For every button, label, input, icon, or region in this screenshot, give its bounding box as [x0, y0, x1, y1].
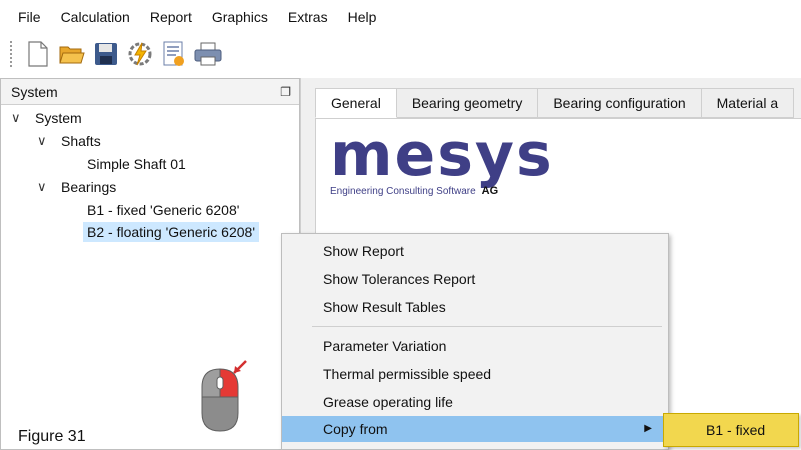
- tab-bearing-geometry[interactable]: Bearing geometry: [396, 88, 539, 118]
- submenu-arrow-icon: ▶: [644, 423, 652, 434]
- tab-bar: General Bearing geometry Bearing configu…: [315, 88, 795, 118]
- tab-general[interactable]: General: [315, 88, 397, 118]
- menu-item-show-result-tables[interactable]: Show Result Tables: [282, 294, 668, 320]
- chevron-down-icon[interactable]: ∨: [37, 131, 47, 151]
- restore-window-icon[interactable]: ❐: [280, 85, 291, 99]
- menu-calculation[interactable]: Calculation: [51, 0, 140, 34]
- tree-node-bearing-b1[interactable]: B1 - fixed 'Generic 6208': [87, 200, 239, 220]
- open-folder-icon[interactable]: [58, 40, 86, 68]
- menu-item-parameter-variation[interactable]: Parameter Variation: [282, 333, 668, 359]
- tree-node-system[interactable]: System: [35, 108, 82, 128]
- menu-item-copy-from[interactable]: Copy from ▶: [282, 416, 668, 442]
- calculate-icon[interactable]: [126, 40, 154, 68]
- logo-ag: AG: [481, 185, 499, 197]
- save-icon[interactable]: [92, 40, 120, 68]
- toolbar: [0, 36, 801, 72]
- print-icon[interactable]: [194, 40, 222, 68]
- tab-bearing-configuration[interactable]: Bearing configuration: [538, 88, 702, 118]
- toolbar-grip[interactable]: [10, 41, 14, 67]
- mesys-logo: mesys Engineering Consulting Software AG: [330, 120, 554, 197]
- menu-graphics[interactable]: Graphics: [202, 0, 278, 34]
- tree-node-bearings[interactable]: Bearings: [61, 177, 116, 197]
- system-panel-header: System ❐: [1, 79, 299, 105]
- tree-node-shafts[interactable]: Shafts: [61, 131, 101, 151]
- logo-subtitle-text: Engineering Consulting Software: [330, 186, 476, 197]
- menu-separator: [312, 326, 662, 327]
- menu-item-show-tolerances-report[interactable]: Show Tolerances Report: [282, 266, 668, 292]
- figure-caption: Figure 31: [18, 428, 86, 445]
- chevron-down-icon[interactable]: ∨: [37, 177, 47, 197]
- tab-material[interactable]: Material a: [701, 88, 795, 118]
- menu-report[interactable]: Report: [140, 0, 202, 34]
- chevron-down-icon[interactable]: ∨: [11, 108, 21, 128]
- menu-file[interactable]: File: [8, 0, 51, 34]
- menu-bar: File Calculation Report Graphics Extras …: [0, 0, 801, 34]
- menu-item-show-report[interactable]: Show Report: [282, 238, 668, 264]
- menu-help[interactable]: Help: [338, 0, 387, 34]
- context-menu: Show Report Show Tolerances Report Show …: [281, 233, 669, 450]
- new-file-icon[interactable]: [24, 40, 52, 68]
- menu-extras[interactable]: Extras: [278, 0, 338, 34]
- report-icon[interactable]: [160, 40, 188, 68]
- mouse-right-click-icon: [198, 355, 258, 438]
- menu-item-copy-from-label: Copy from: [323, 421, 388, 437]
- submenu-item-b1-fixed[interactable]: B1 - fixed: [663, 413, 799, 447]
- tree-node-bearing-b2[interactable]: B2 - floating 'Generic 6208': [83, 222, 259, 242]
- menu-item-grease-operating-life[interactable]: Grease operating life: [282, 389, 668, 415]
- menu-item-thermal-permissible-speed[interactable]: Thermal permissible speed: [282, 361, 668, 387]
- logo-wordmark: mesys: [330, 120, 554, 190]
- system-panel-title: System: [11, 83, 58, 100]
- tree-node-simple-shaft[interactable]: Simple Shaft 01: [87, 154, 186, 174]
